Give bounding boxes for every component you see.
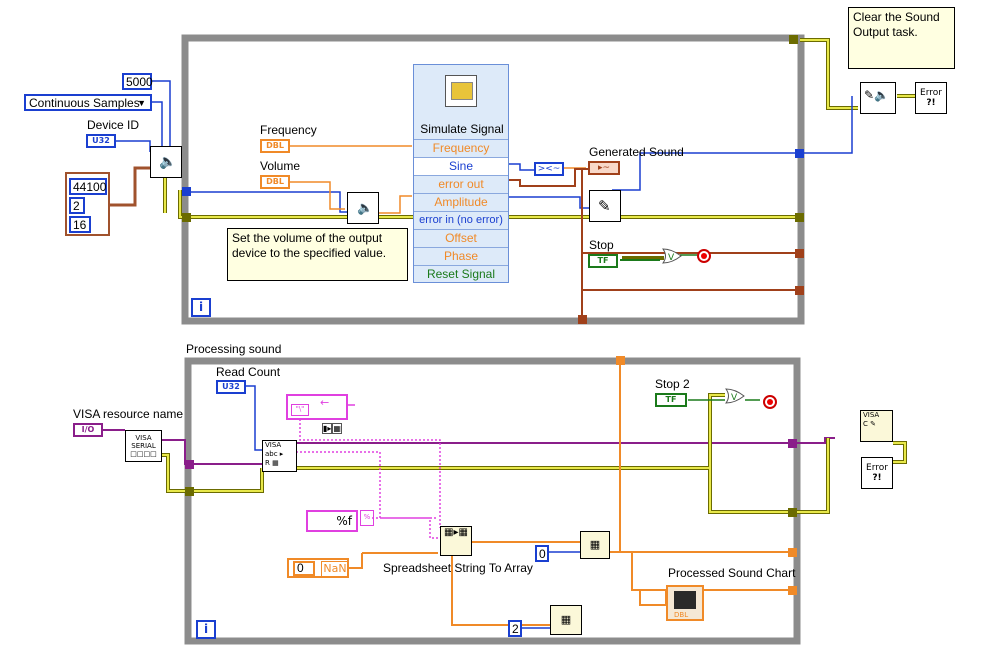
eraser-icon: ✎🔈 bbox=[864, 88, 889, 102]
concat-string-group[interactable]: "\" ← bbox=[286, 394, 348, 420]
set-volume-vi[interactable]: 🔈 bbox=[347, 192, 379, 224]
frequency-terminal[interactable]: DBL bbox=[260, 139, 290, 153]
arrow-left-icon: ← bbox=[320, 396, 330, 409]
processed-sound-chart-terminal[interactable]: DBL bbox=[666, 585, 704, 621]
speaker-icon: 🔈 bbox=[357, 201, 374, 216]
simulate-signal-error-in[interactable]: error in (no error) bbox=[414, 211, 508, 229]
visa-configure-serial-vi[interactable]: VISA SERIAL □□□□ bbox=[125, 430, 162, 462]
simulate-signal-reset-input[interactable]: Reset Signal bbox=[414, 265, 508, 283]
generated-sound-label: Generated Sound bbox=[589, 145, 684, 159]
read-count-label: Read Count bbox=[216, 365, 281, 379]
string-constant[interactable]: "\" bbox=[291, 404, 309, 416]
const-zero-a[interactable]: 0 bbox=[293, 561, 315, 576]
simulate-signal-phase-input[interactable]: Phase bbox=[414, 247, 508, 265]
format-cluster-constant[interactable]: 44100 2 16 bbox=[65, 172, 110, 236]
simulate-signal-express-vi[interactable]: Simulate Signal Frequency Sine error out… bbox=[413, 64, 509, 283]
spreadsheet-label: Spreadsheet String To Array bbox=[383, 561, 533, 575]
volume-comment: Set the volume of the output device to t… bbox=[227, 228, 408, 281]
read-count-terminal[interactable]: U32 bbox=[216, 380, 246, 394]
simulate-signal-offset-input[interactable]: Offset bbox=[414, 229, 508, 247]
stop-label: Stop bbox=[589, 238, 614, 252]
visa-read-vi[interactable]: VISA abc ▸ R ▦ bbox=[262, 440, 297, 472]
volume-terminal[interactable]: DBL bbox=[260, 175, 290, 189]
visa-resource-name-label: VISA resource name bbox=[73, 407, 184, 421]
sound-output-clear-vi[interactable]: ✎🔈 bbox=[860, 82, 896, 114]
sample-mode-value: Continuous Samples bbox=[29, 96, 140, 110]
error-question-icon: ?! bbox=[926, 98, 936, 108]
property-node-pair[interactable]: ▮▸ ▦ bbox=[322, 423, 354, 440]
index-array-vi-b[interactable]: ▦ bbox=[550, 605, 582, 635]
spreadsheet-string-to-array-vi[interactable]: ▦▸▦ bbox=[440, 526, 472, 556]
visa-resource-terminal[interactable]: I/O bbox=[73, 423, 103, 437]
format-string-value: %f bbox=[336, 514, 352, 528]
simulate-signal-error-out[interactable]: error out bbox=[414, 175, 508, 193]
pencil-icon: ✎ bbox=[598, 197, 611, 215]
simulate-signal-title: Simulate Signal bbox=[420, 122, 504, 136]
simulate-signal-icon bbox=[445, 75, 477, 107]
stop2-label: Stop 2 bbox=[655, 377, 690, 391]
loop-condition-terminal-bottom[interactable] bbox=[763, 395, 777, 409]
clear-task-comment: Clear the Sound Output task. bbox=[848, 7, 955, 69]
speaker-icon: 🔈 bbox=[159, 154, 177, 170]
visa-close-vi[interactable]: VISA C ✎ bbox=[860, 410, 893, 442]
error-question-icon: ?! bbox=[872, 473, 882, 483]
processing-sound-label: Processing sound bbox=[186, 342, 282, 356]
device-id-label: Device ID bbox=[87, 118, 140, 132]
sample-mode-dropdown[interactable]: Continuous Samples ▼ bbox=[24, 94, 152, 111]
or-function[interactable]: V bbox=[662, 248, 682, 264]
device-id-terminal[interactable]: U32 bbox=[86, 134, 116, 148]
format-string-constant[interactable]: %f bbox=[306, 510, 358, 532]
format-string-arrow: % bbox=[360, 510, 374, 526]
or-function-bottom[interactable]: V bbox=[725, 388, 745, 404]
sound-output-write-vi[interactable]: ✎ bbox=[589, 190, 621, 222]
processed-sound-chart-label: Processed Sound Chart bbox=[668, 566, 796, 580]
numeric-constant-5000[interactable]: 5000 bbox=[122, 73, 153, 90]
chart-icon bbox=[674, 591, 696, 609]
sound-output-configure-vi[interactable]: 🔈 bbox=[150, 146, 182, 178]
frequency-label: Frequency bbox=[260, 123, 317, 137]
sample-rate-value[interactable]: 44100 bbox=[69, 178, 107, 195]
nan-cluster[interactable]: 0 NaN bbox=[287, 558, 349, 578]
volume-label: Volume bbox=[260, 159, 301, 173]
iteration-terminal-top: i bbox=[191, 298, 211, 317]
svg-text:V: V bbox=[731, 393, 738, 403]
nan-value[interactable]: NaN bbox=[321, 561, 349, 578]
simple-error-handler-vi-top[interactable]: Error?! bbox=[915, 82, 947, 114]
index-constant-zero[interactable]: 0 bbox=[535, 545, 549, 562]
index-array-vi-a[interactable]: ▦ bbox=[580, 531, 610, 559]
simulate-signal-frequency-input[interactable]: Frequency bbox=[414, 139, 508, 157]
waveform-to-data-node[interactable]: ><~ bbox=[534, 162, 564, 176]
channels-value[interactable]: 2 bbox=[69, 197, 85, 214]
error-handler-text: Error bbox=[920, 88, 942, 98]
simple-error-handler-vi-bottom[interactable]: Error?! bbox=[861, 457, 893, 489]
chevron-down-icon: ▼ bbox=[137, 98, 146, 108]
stop-terminal[interactable]: TF bbox=[588, 254, 618, 268]
loop-condition-terminal[interactable] bbox=[697, 249, 711, 263]
svg-text:V: V bbox=[668, 253, 675, 263]
error-handler-text-bottom: Error bbox=[866, 463, 888, 473]
index-constant-two[interactable]: 2 bbox=[508, 620, 522, 637]
iteration-terminal-bottom: i bbox=[196, 620, 216, 639]
simulate-signal-sine-output[interactable]: Sine bbox=[414, 157, 508, 175]
generated-sound-terminal[interactable]: ▸~ bbox=[588, 161, 620, 175]
stop2-terminal[interactable]: TF bbox=[655, 393, 687, 407]
simulate-signal-amplitude-input[interactable]: Amplitude bbox=[414, 193, 508, 211]
bits-value[interactable]: 16 bbox=[69, 216, 91, 233]
chart-dbl-label: DBL bbox=[674, 611, 689, 619]
